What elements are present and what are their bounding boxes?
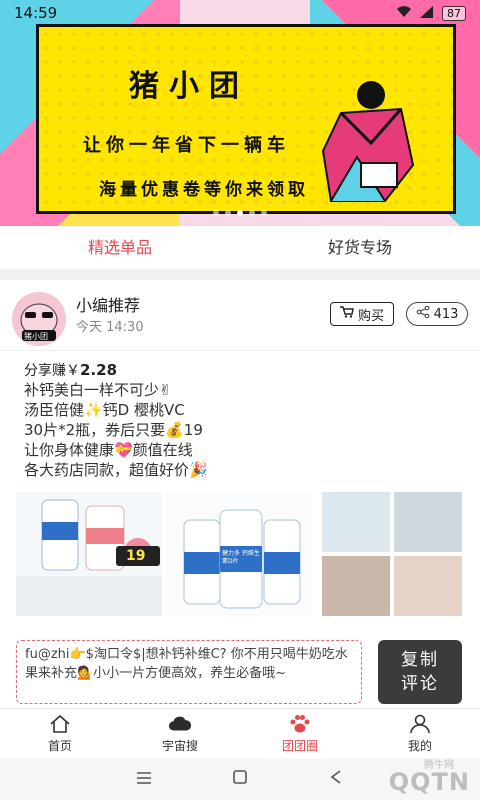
share-earn: 分享赚￥2.28 — [24, 360, 117, 380]
watermark-sub: 腾牛网 — [424, 760, 454, 771]
share-icon — [416, 305, 430, 322]
status-time: 14:59 — [14, 4, 58, 22]
post-line: 30片*2瓶，券后只要💰19 — [24, 421, 203, 439]
comment-label: 评论 — [401, 674, 439, 694]
avatar[interactable]: 猪小团 — [12, 292, 66, 346]
share-earn-label: 分享赚￥ — [24, 363, 80, 379]
system-nav-bar: 腾牛网 QQTN — [0, 758, 480, 800]
avatar-label: 猪小团 — [24, 332, 48, 341]
nav-home[interactable]: 首页 — [0, 709, 120, 758]
photo-grid: 19 健力多 钙维生素D片 — [16, 492, 462, 616]
paw-icon — [288, 713, 312, 735]
price-tag: 19 — [126, 548, 146, 564]
post-time: 今天 14:30 — [76, 320, 144, 335]
banner-pager — [0, 210, 480, 216]
wifi-icon — [396, 5, 412, 21]
copy-label: 复制 — [401, 650, 439, 670]
promo-banner[interactable]: 猪小团 让你一年省下一辆车 海量优惠卷等你来领取 — [0, 0, 480, 226]
copy-text-box[interactable]: fu@zhi👉$淘口令$|想补钙补维C? 你不用只喝牛奶吃水果来补充💁小小一片方… — [16, 640, 362, 704]
product-photo-5[interactable] — [322, 556, 390, 616]
banner-slogan: 让你一年省下一辆车 — [83, 135, 290, 156]
author-name: 小编推荐 — [76, 296, 141, 315]
post-card: 猪小团 小编推荐 今天 14:30 购买 413 分享赚￥2.28 补钙美白一样… — [0, 280, 480, 710]
battery-level: 87 — [442, 5, 466, 21]
product-photo-1[interactable]: 19 — [16, 492, 162, 616]
post-line: 让你身体健康💝颜值在线 — [24, 441, 193, 459]
nav-label: 宇宙搜 — [161, 739, 198, 753]
product-photo-3[interactable] — [322, 492, 390, 552]
bottom-nav: 首页 宇宙搜 团团圈 我的 — [0, 708, 480, 758]
nav-label: 团团圈 — [281, 739, 318, 753]
copy-comment-button[interactable]: 复制 评论 — [378, 640, 462, 704]
home-button-icon[interactable] — [232, 769, 248, 789]
menu-icon[interactable] — [136, 770, 152, 789]
share-count: 413 — [433, 306, 459, 322]
post-line: 补钙美白一样不可少✌ — [24, 381, 172, 399]
tab-good-deals[interactable]: 好货专场 — [240, 226, 480, 269]
banner-title: 猪小团 — [129, 69, 249, 104]
nav-mine[interactable]: 我的 — [360, 709, 480, 758]
post-body: 补钙美白一样不可少✌ 汤臣倍健✨钙D 樱桃VC 30片*2瓶，券后只要💰19 让… — [24, 380, 464, 480]
post-line: 汤臣倍健✨钙D 樱桃VC — [24, 401, 185, 419]
product-photo-2[interactable]: 健力多 钙维生素D片 — [166, 492, 312, 616]
status-bar: 14:59 87 — [0, 0, 480, 26]
share-button[interactable]: 413 — [406, 302, 468, 326]
nav-label: 我的 — [407, 739, 432, 753]
cart-icon — [339, 306, 354, 322]
buy-button[interactable]: 购买 — [330, 302, 394, 326]
watermark-logo: 腾牛网 QQTN — [388, 760, 470, 796]
person-icon — [408, 713, 432, 735]
home-icon — [48, 713, 72, 735]
nav-search[interactable]: 宇宙搜 — [120, 709, 240, 758]
cloud-icon — [168, 713, 192, 735]
product-photo-4[interactable] — [394, 492, 462, 552]
divider — [0, 350, 480, 351]
section-gap — [0, 270, 480, 280]
banner-illustration — [321, 81, 415, 202]
nav-circle[interactable]: 团团圈 — [240, 709, 360, 758]
product-label: 健力多 钙维生素D片 — [222, 550, 260, 565]
nav-label: 首页 — [47, 739, 72, 753]
status-icons: 87 — [396, 5, 466, 21]
app-screen: 14:59 87 猪小团 让你一年省下一辆车 海量优惠卷等你来领取 精选单品 好… — [0, 0, 480, 800]
product-photo-6[interactable] — [394, 556, 462, 616]
banner-card: 猪小团 让你一年省下一辆车 海量优惠卷等你来领取 — [36, 24, 456, 214]
watermark-brand: QQTN — [388, 768, 470, 796]
banner-subtitle: 海量优惠卷等你来领取 — [99, 180, 309, 200]
tab-selected-items[interactable]: 精选单品 — [0, 226, 240, 269]
share-earn-amount: 2.28 — [80, 361, 118, 379]
buy-label: 购买 — [357, 308, 384, 324]
back-icon[interactable] — [328, 769, 344, 789]
category-tabs: 精选单品 好货专场 — [0, 226, 480, 270]
signal-icon — [420, 5, 434, 21]
post-line: 各大药店同款，超值好价🎉 — [24, 461, 208, 479]
